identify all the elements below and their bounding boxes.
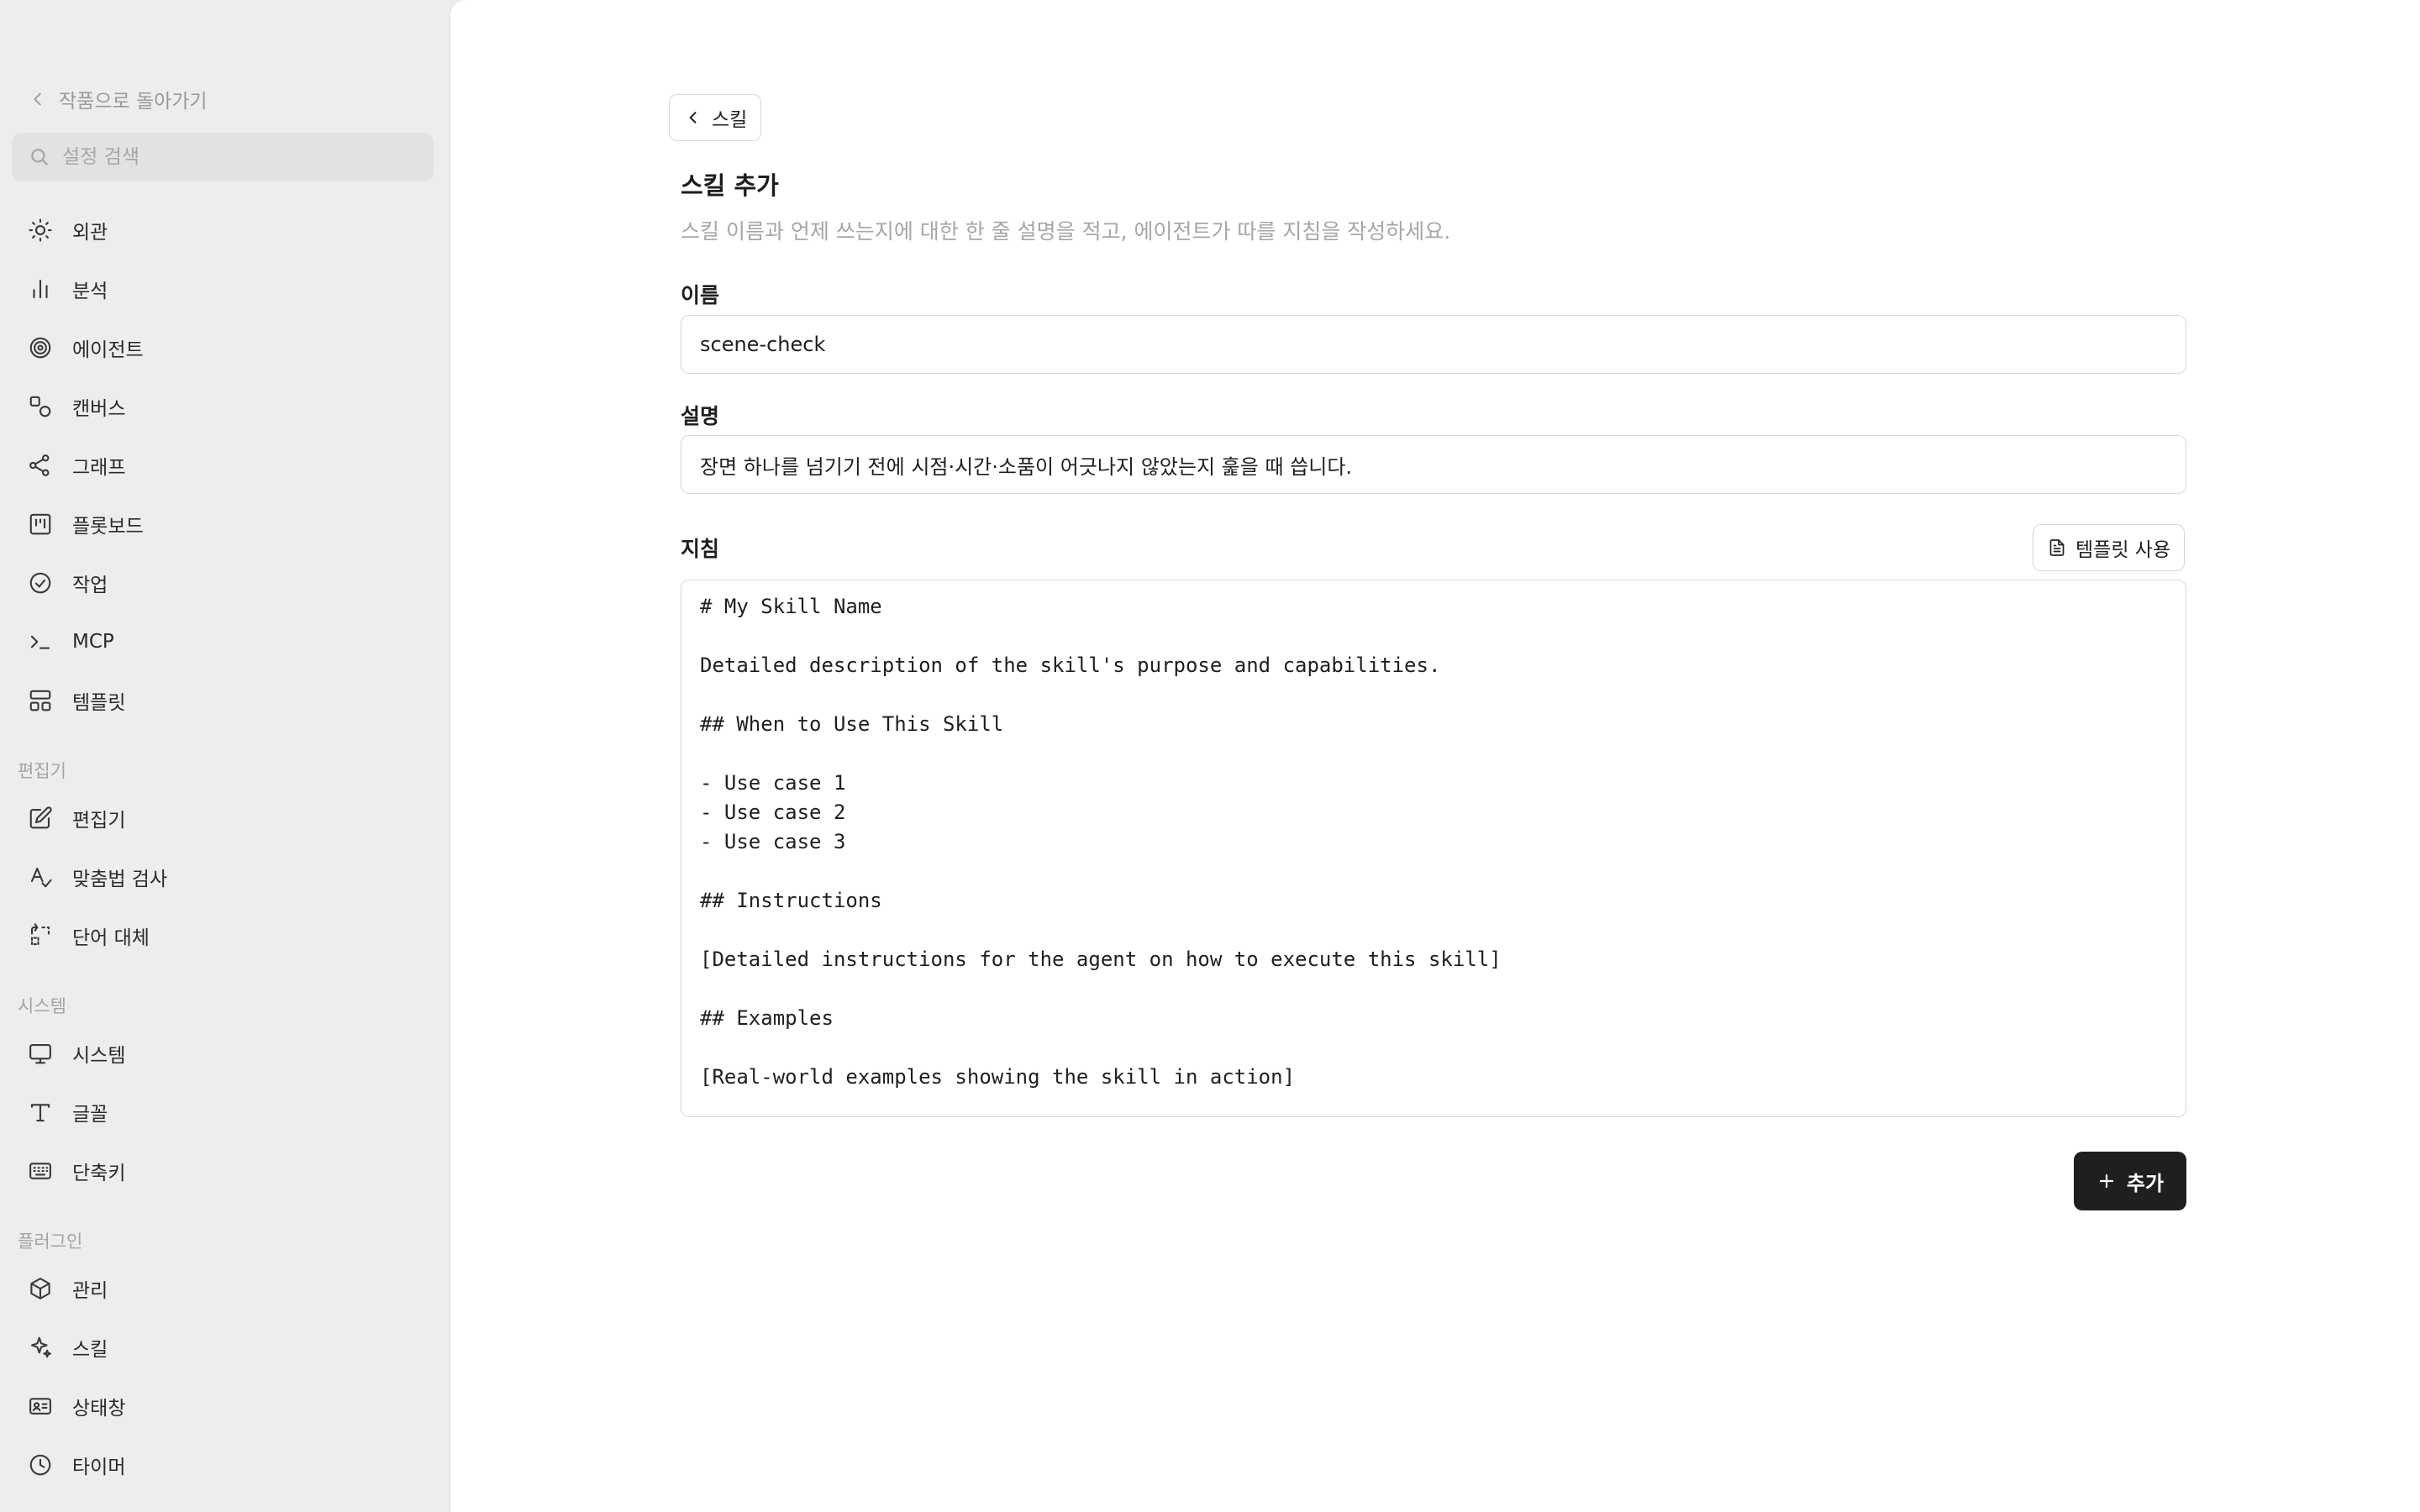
plus-icon: [2099, 1173, 2114, 1189]
section-label-system: 시스템: [18, 996, 66, 1016]
bar-chart-icon: [27, 276, 54, 302]
sidebar-item-fonts[interactable]: 글꼴: [18, 1088, 434, 1137]
instructions-label: 지침: [681, 537, 720, 561]
file-text-icon: [2049, 539, 2065, 556]
page-subtitle: 스킬 이름과 언제 쓰는지에 대한 한 줄 설명을 적고, 에이전트가 따를 지…: [681, 219, 1451, 244]
chevron-left-icon: [689, 112, 697, 123]
sidebar-item-label: 편집기: [72, 810, 126, 832]
sidebar-item-label: MCP: [72, 631, 114, 653]
sidebar-item-label: 에이전트: [72, 339, 144, 361]
edit-icon: [27, 805, 54, 832]
use-template-label: 템플릿 사용: [2075, 539, 2171, 561]
sidebar-item-plotboard[interactable]: 플롯보드: [18, 500, 434, 549]
spellcheck-icon: [27, 864, 54, 890]
sidebar-item-label: 캔버스: [72, 398, 126, 420]
back-to-skills-button[interactable]: 스킬: [669, 94, 762, 141]
skill-name-input[interactable]: [681, 315, 2186, 374]
sidebar-item-label: 시스템: [72, 1045, 126, 1067]
sidebar-item-templates[interactable]: 템플릿: [18, 676, 434, 725]
sidebar-item-label: 외관: [72, 222, 108, 244]
use-template-button[interactable]: 템플릿 사용: [2033, 524, 2186, 571]
replace-icon: [27, 922, 54, 949]
sidebar-item-status-bar[interactable]: 상태창: [18, 1382, 434, 1431]
sidebar-item-label: 단어 대체: [72, 927, 150, 949]
skill-form-panel: 스킬 스킬 추가 스킬 이름과 언제 쓰는지에 대한 한 줄 설명을 적고, 에…: [450, 0, 2420, 1512]
layout-icon: [27, 687, 54, 714]
sidebar-item-label: 타이머: [72, 1457, 126, 1478]
breadcrumb-label: 스킬: [712, 109, 748, 131]
back-to-work-link[interactable]: 작품으로 돌아가기: [29, 82, 208, 116]
sidebar-item-label: 스킬: [72, 1339, 108, 1361]
shapes-icon: [27, 393, 54, 420]
check-circle-icon: [27, 570, 54, 596]
skill-instructions-textarea[interactable]: # My Skill Name Detailed description of …: [681, 580, 2186, 1117]
sidebar-item-spellcheck[interactable]: 맞춤법 검사: [18, 853, 434, 901]
sidebar-item-label: 템플릿: [72, 692, 126, 714]
description-label: 설명: [681, 404, 720, 428]
sidebar-item-label: 단축키: [72, 1163, 126, 1184]
sidebar-item-skills[interactable]: 스킬: [18, 1323, 434, 1372]
sidebar-item-mcp[interactable]: MCP: [18, 617, 434, 666]
sidebar-item-label: 글꼴: [72, 1104, 108, 1126]
sidebar-item-label: 맞춤법 검사: [72, 869, 168, 890]
sidebar-item-manage[interactable]: 관리: [18, 1264, 434, 1313]
settings-sidebar: 작품으로 돌아가기 외관 분석 에이전트 캔버스 그래프 플롯보드 작업 MCP…: [0, 0, 450, 1512]
page-title: 스킬 추가: [681, 171, 779, 200]
name-label: 이름: [681, 283, 720, 307]
sidebar-item-word-replace[interactable]: 단어 대체: [18, 911, 434, 960]
sidebar-item-tasks[interactable]: 작업: [18, 559, 434, 607]
add-skill-button[interactable]: 추가: [2074, 1152, 2186, 1210]
section-label-editor: 편집기: [18, 761, 66, 781]
search-icon: [31, 149, 48, 165]
add-button-label: 추가: [2126, 1171, 2165, 1195]
clock-icon: [27, 1452, 54, 1478]
section-label-plugins: 플러그인: [18, 1231, 83, 1252]
graph-icon: [27, 452, 54, 479]
keyboard-icon: [27, 1158, 54, 1184]
spiral-icon: [27, 334, 54, 361]
sidebar-item-label: 상태창: [72, 1398, 126, 1420]
back-link-label: 작품으로 돌아가기: [59, 91, 208, 113]
sidebar-item-analytics[interactable]: 분석: [18, 265, 434, 313]
package-icon: [27, 1275, 54, 1302]
sidebar-item-canvas[interactable]: 캔버스: [18, 382, 434, 431]
sidebar-item-appearance[interactable]: 외관: [18, 206, 434, 255]
kanban-icon: [27, 511, 54, 538]
sidebar-item-graph[interactable]: 그래프: [18, 441, 434, 490]
sidebar-item-system[interactable]: 시스템: [18, 1029, 434, 1078]
sun-icon: [27, 217, 54, 244]
sidebar-item-editor[interactable]: 편집기: [18, 794, 434, 843]
sidebar-item-label: 플롯보드: [72, 516, 144, 538]
type-icon: [27, 1099, 54, 1126]
sparkles-icon: [27, 1334, 54, 1361]
sidebar-item-timer[interactable]: 타이머: [18, 1441, 434, 1489]
sidebar-item-label: 작업: [72, 575, 108, 596]
monitor-icon: [27, 1040, 54, 1067]
sidebar-item-label: 관리: [72, 1280, 108, 1302]
id-card-icon: [27, 1393, 54, 1420]
sidebar-item-agent[interactable]: 에이전트: [18, 323, 434, 372]
sidebar-item-label: 그래프: [72, 457, 126, 479]
skill-description-input[interactable]: [681, 435, 2186, 494]
terminal-icon: [27, 628, 54, 655]
chevron-left-icon: [34, 92, 41, 106]
sidebar-item-label: 분석: [72, 281, 108, 302]
sidebar-item-shortcuts[interactable]: 단축키: [18, 1147, 434, 1195]
settings-search[interactable]: [12, 133, 434, 181]
search-input[interactable]: [60, 145, 400, 169]
